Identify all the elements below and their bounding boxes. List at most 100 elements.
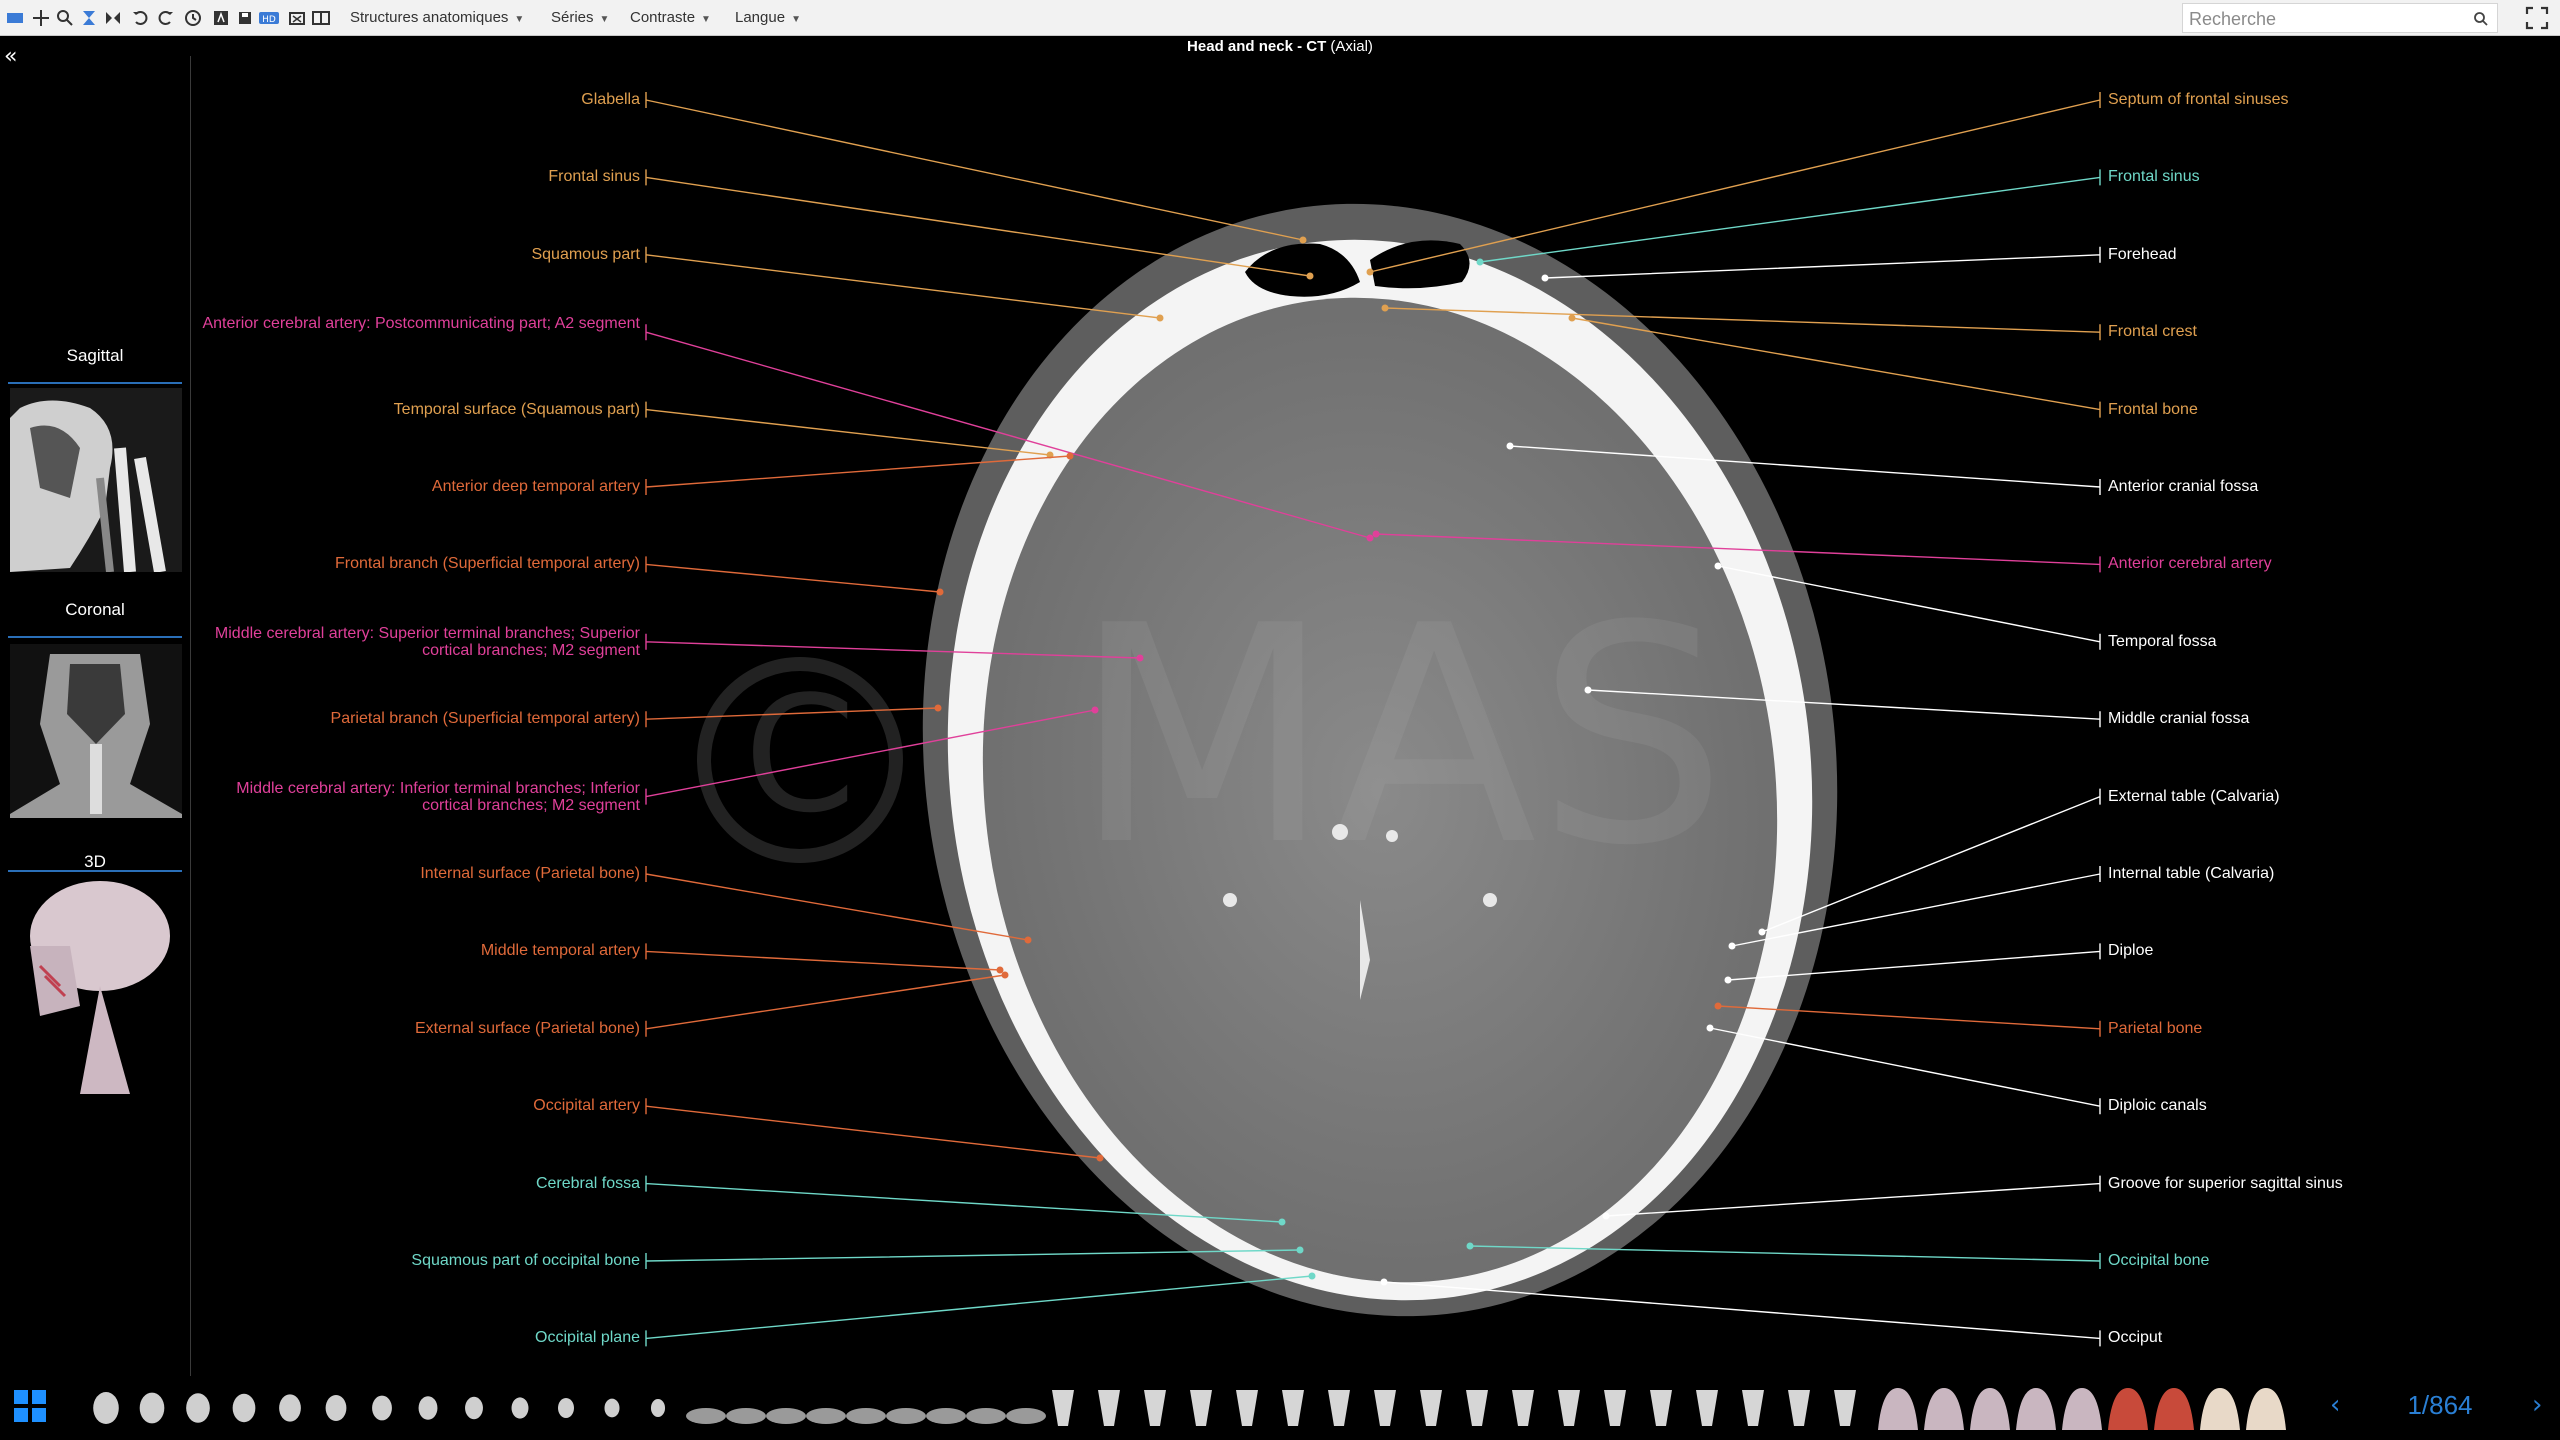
slice-counter: 1/864 <box>2407 1390 2473 1420</box>
series-thumbnail[interactable] <box>372 1395 392 1421</box>
anatomy-label-left[interactable]: Squamous part of occipital bone <box>411 1252 640 1269</box>
series-thumbnail[interactable] <box>279 1394 301 1422</box>
target-point <box>1306 272 1314 280</box>
anatomy-label-left[interactable]: Occipital artery <box>533 1097 640 1114</box>
series-thumbnail[interactable] <box>966 1408 1006 1424</box>
series-thumbnail[interactable] <box>93 1392 119 1424</box>
series-thumbnail[interactable] <box>1420 1390 1442 1426</box>
series-thumbnail[interactable] <box>1098 1390 1120 1426</box>
anatomy-label-right[interactable]: Occiput <box>2108 1329 2162 1346</box>
series-thumbnail[interactable] <box>232 1393 256 1423</box>
series-thumbnail[interactable] <box>2016 1388 2056 1430</box>
target-point <box>1568 314 1576 322</box>
leader-line <box>645 974 1006 1037</box>
leader-line <box>645 1098 1101 1159</box>
anatomy-label-right[interactable]: Frontal sinus <box>2108 168 2200 185</box>
anatomy-label-left[interactable]: Occipital plane <box>535 1329 640 1346</box>
series-thumbnail[interactable] <box>1834 1390 1856 1426</box>
series-thumbnail[interactable] <box>686 1408 726 1424</box>
anatomy-label-left[interactable]: Internal surface (Parietal bone) <box>420 865 640 882</box>
anatomy-label-left[interactable]: Anterior deep temporal artery <box>432 478 640 495</box>
series-thumbnail[interactable] <box>558 1398 574 1418</box>
previous-slice-button[interactable]: ‹ <box>2330 1390 2340 1420</box>
series-thumbnail[interactable] <box>1052 1390 1074 1426</box>
series-thumbnail[interactable] <box>926 1408 966 1424</box>
series-thumbnail[interactable] <box>1374 1390 1396 1426</box>
target-point <box>1296 1246 1304 1254</box>
series-thumbnail[interactable] <box>1190 1390 1212 1426</box>
next-slice-button[interactable]: › <box>2532 1390 2542 1420</box>
anatomy-label-right[interactable]: Groove for superior sagittal sinus <box>2108 1175 2343 1192</box>
anatomy-label-left[interactable]: Middle cerebral artery: Inferior termina… <box>190 780 640 814</box>
anatomy-label-left[interactable]: Squamous part <box>531 246 640 263</box>
anatomy-label-right[interactable]: Diploe <box>2108 942 2153 959</box>
target-point <box>1728 942 1736 950</box>
series-thumbnail[interactable] <box>2154 1388 2194 1430</box>
start-menu-icon[interactable] <box>12 1388 48 1429</box>
series-thumbnail[interactable] <box>1328 1390 1350 1426</box>
anatomy-label-right[interactable]: Parietal bone <box>2108 1020 2202 1037</box>
series-thumbnail[interactable] <box>139 1392 165 1424</box>
series-thumbnail[interactable] <box>1696 1390 1718 1426</box>
series-thumbnail[interactable] <box>2200 1388 2240 1430</box>
anatomy-label-right[interactable]: Anterior cerebral artery <box>2108 555 2272 572</box>
target-point <box>1299 236 1307 244</box>
anatomy-label-left[interactable]: Glabella <box>581 91 640 108</box>
series-thumbnail[interactable] <box>418 1396 438 1420</box>
series-thumbnail[interactable] <box>1924 1388 1964 1430</box>
series-thumbnail[interactable] <box>726 1408 766 1424</box>
anatomy-label-left[interactable]: Anterior cerebral artery: Postcommunicat… <box>190 315 640 332</box>
series-thumbnail[interactable] <box>1970 1388 2010 1430</box>
series-thumbnail[interactable] <box>1650 1390 1672 1426</box>
anatomy-label-left[interactable]: External surface (Parietal bone) <box>415 1020 640 1037</box>
series-thumbnail[interactable] <box>1742 1390 1764 1426</box>
series-thumbnail[interactable] <box>806 1408 846 1424</box>
series-thumbnail[interactable] <box>1878 1388 1918 1430</box>
leader-line <box>645 556 941 593</box>
anatomy-label-right[interactable]: Occipital bone <box>2108 1252 2209 1269</box>
series-thumbnail[interactable] <box>186 1393 210 1423</box>
target-point <box>934 704 942 712</box>
anatomy-label-left[interactable]: Middle temporal artery <box>481 942 640 959</box>
series-thumbnail[interactable] <box>650 1399 666 1417</box>
series-thumbnail[interactable] <box>1466 1390 1488 1426</box>
target-point <box>1506 442 1514 450</box>
series-thumbnail[interactable] <box>325 1395 347 1421</box>
anatomy-label-left[interactable]: Frontal branch (Superficial temporal art… <box>335 555 640 572</box>
series-thumbnail[interactable] <box>2108 1388 2148 1430</box>
anatomy-label-right[interactable]: Internal table (Calvaria) <box>2108 865 2274 882</box>
anatomy-label-right[interactable]: Frontal bone <box>2108 401 2198 418</box>
anatomy-label-right[interactable]: Frontal crest <box>2108 323 2197 340</box>
target-point <box>1381 304 1389 312</box>
series-thumbnail[interactable] <box>2246 1388 2286 1430</box>
series-thumbnail[interactable] <box>1236 1390 1258 1426</box>
series-thumbnail[interactable] <box>1512 1390 1534 1426</box>
anatomy-label-left[interactable]: Parietal branch (Superficial temporal ar… <box>331 710 640 727</box>
slice-thumbnail-strip[interactable] <box>84 1382 2304 1432</box>
target-point <box>936 588 944 596</box>
series-thumbnail[interactable] <box>886 1408 926 1424</box>
anatomy-label-left[interactable]: Temporal surface (Squamous part) <box>394 401 640 418</box>
anatomy-label-right[interactable]: Septum of frontal sinuses <box>2108 91 2289 108</box>
series-thumbnail[interactable] <box>1282 1390 1304 1426</box>
series-thumbnail[interactable] <box>766 1408 806 1424</box>
series-thumbnail[interactable] <box>1558 1390 1580 1426</box>
series-thumbnail[interactable] <box>846 1408 886 1424</box>
series-thumbnail[interactable] <box>2062 1388 2102 1430</box>
series-thumbnail[interactable] <box>1788 1390 1810 1426</box>
anatomy-label-right[interactable]: Temporal fossa <box>2108 633 2217 650</box>
anatomy-label-right[interactable]: External table (Calvaria) <box>2108 788 2280 805</box>
series-thumbnail[interactable] <box>1006 1408 1046 1424</box>
series-thumbnail[interactable] <box>604 1398 620 1418</box>
anatomy-label-left[interactable]: Cerebral fossa <box>536 1175 640 1192</box>
series-thumbnail[interactable] <box>1604 1390 1626 1426</box>
anatomy-label-right[interactable]: Anterior cranial fossa <box>2108 478 2258 495</box>
series-thumbnail[interactable] <box>511 1397 529 1419</box>
anatomy-label-right[interactable]: Forehead <box>2108 246 2177 263</box>
series-thumbnail[interactable] <box>1144 1390 1166 1426</box>
anatomy-label-right[interactable]: Middle cranial fossa <box>2108 710 2249 727</box>
series-thumbnail[interactable] <box>465 1396 483 1420</box>
anatomy-label-right[interactable]: Diploic canals <box>2108 1097 2207 1114</box>
anatomy-label-left[interactable]: Frontal sinus <box>548 168 640 185</box>
anatomy-label-left[interactable]: Middle cerebral artery: Superior termina… <box>190 625 640 659</box>
